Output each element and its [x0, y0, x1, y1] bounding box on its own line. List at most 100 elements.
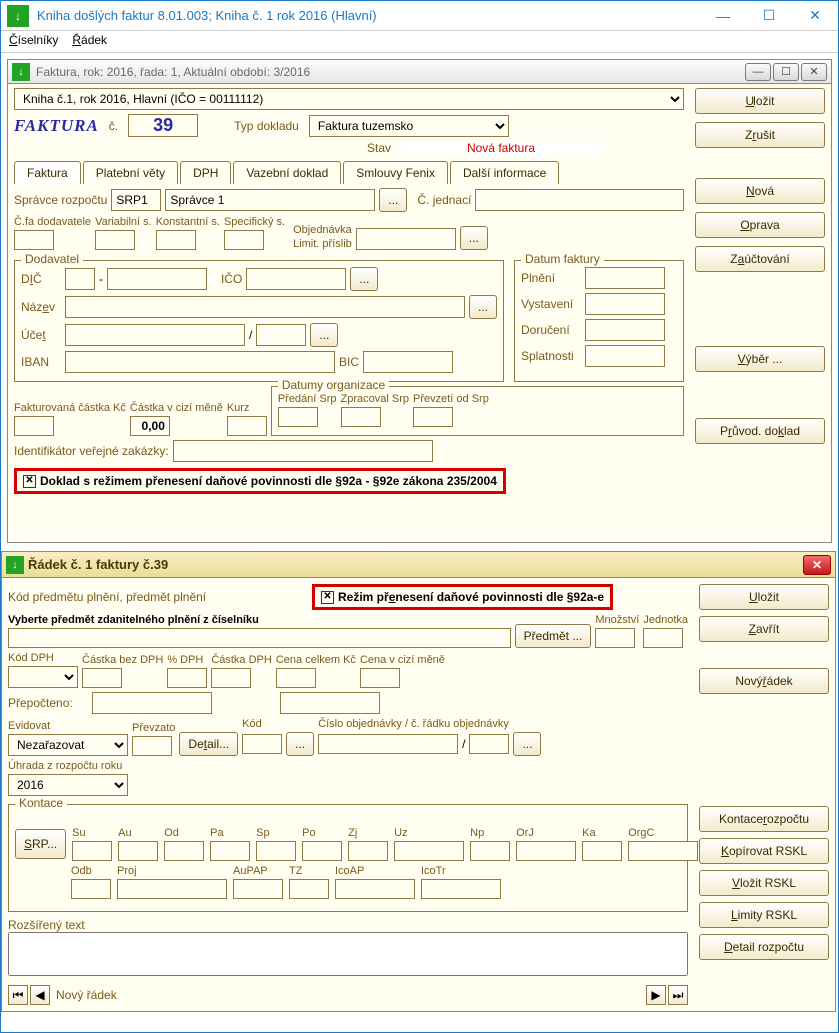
- k-pa-field[interactable]: [210, 841, 250, 861]
- castkabez-field[interactable]: [82, 668, 122, 688]
- cisloobj-field[interactable]: [318, 734, 458, 754]
- pctdph-field[interactable]: [167, 668, 207, 688]
- rozsir-text[interactable]: [8, 932, 688, 976]
- invoice-max-button[interactable]: ☐: [773, 63, 799, 81]
- zpracoval-field[interactable]: [341, 407, 381, 427]
- k-su-field[interactable]: [72, 841, 112, 861]
- save-button[interactable]: Uložit: [695, 88, 825, 114]
- guide-doc-button[interactable]: Průvod. doklad: [695, 418, 825, 444]
- koddph-select[interactable]: [8, 666, 78, 688]
- menu-ciselniky[interactable]: Číselníky: [9, 33, 58, 50]
- nav-next-button[interactable]: ▶: [646, 985, 666, 1005]
- tab-vazebni[interactable]: Vazební doklad: [233, 161, 341, 184]
- prepocteno-field1[interactable]: [92, 692, 212, 714]
- ico-field[interactable]: [246, 268, 346, 290]
- k-po-field[interactable]: [302, 841, 342, 861]
- line-regime-checkbox[interactable]: ✕: [321, 591, 334, 604]
- spravce-lookup-button[interactable]: ...: [379, 188, 407, 212]
- vlozit-rskl-button[interactable]: Vložit RSKL: [699, 870, 829, 896]
- line-close-btn[interactable]: Zavřít: [699, 616, 829, 642]
- detail-rozpoctu-button[interactable]: Detail rozpočtu: [699, 934, 829, 960]
- cancel-button[interactable]: Zrušit: [695, 122, 825, 148]
- spravce-name[interactable]: [165, 189, 375, 211]
- k-zj-field[interactable]: [348, 841, 388, 861]
- objednavka-field[interactable]: [356, 228, 456, 250]
- prepocteno-field2[interactable]: [280, 692, 380, 714]
- uhrada-select[interactable]: 2016: [8, 774, 128, 796]
- tab-dph[interactable]: DPH: [180, 161, 231, 184]
- k-aupap-field[interactable]: [233, 879, 283, 899]
- objednavka-lookup-button[interactable]: ...: [460, 226, 488, 250]
- nav-first-button[interactable]: ⏮: [8, 985, 28, 1005]
- castkacizi-field[interactable]: [130, 416, 170, 436]
- vystaveni-field[interactable]: [585, 293, 665, 315]
- splatnosti-field[interactable]: [585, 345, 665, 367]
- specs-field[interactable]: [224, 230, 264, 250]
- cenac-field[interactable]: [276, 668, 316, 688]
- k-tz-field[interactable]: [289, 879, 329, 899]
- k-icotr-field[interactable]: [421, 879, 501, 899]
- kod-field[interactable]: [242, 734, 282, 754]
- maximize-button[interactable]: ☐: [746, 1, 792, 30]
- cisloobj-line-field[interactable]: [469, 734, 509, 754]
- kurz-field[interactable]: [227, 416, 267, 436]
- invoice-close-button[interactable]: ✕: [801, 63, 827, 81]
- doc-type-select[interactable]: Faktura tuzemsko: [309, 115, 509, 137]
- cenacizi-field[interactable]: [360, 668, 400, 688]
- nav-last-button[interactable]: ⏭: [668, 985, 688, 1005]
- mnozstvi-field[interactable]: [595, 628, 635, 648]
- iban-field[interactable]: [65, 351, 335, 373]
- nazev-field[interactable]: [65, 296, 465, 318]
- regime-checkbox[interactable]: ✕: [23, 475, 36, 488]
- detail-button[interactable]: Detail...: [179, 732, 238, 756]
- post-button[interactable]: Zaúčtování: [695, 246, 825, 272]
- tab-platebni[interactable]: Platební věty: [83, 161, 178, 184]
- edit-button[interactable]: Oprava: [695, 212, 825, 238]
- limity-rskl-button[interactable]: Limity RSKL: [699, 902, 829, 928]
- spravce-code[interactable]: [111, 189, 161, 211]
- new-button[interactable]: Nová: [695, 178, 825, 204]
- select-button[interactable]: Výběr ...: [695, 346, 825, 372]
- castkadph-field[interactable]: [211, 668, 251, 688]
- menu-radek[interactable]: Řádek: [72, 33, 107, 50]
- k-np-field[interactable]: [470, 841, 510, 861]
- kod-lookup-button[interactable]: ...: [286, 732, 314, 756]
- cfadod-field[interactable]: [14, 230, 54, 250]
- k-uz-field[interactable]: [394, 841, 464, 861]
- k-sp-field[interactable]: [256, 841, 296, 861]
- plneni-field[interactable]: [585, 267, 665, 289]
- doruceni-field[interactable]: [585, 319, 665, 341]
- k-odb-field[interactable]: [71, 879, 111, 899]
- faktcastka-field[interactable]: [14, 416, 54, 436]
- nav-prev-button[interactable]: ◀: [30, 985, 50, 1005]
- minimize-button[interactable]: —: [700, 1, 746, 30]
- line-close-button[interactable]: ✕: [803, 555, 831, 575]
- nazev-lookup-button[interactable]: ...: [469, 295, 497, 319]
- invoice-min-button[interactable]: —: [745, 63, 771, 81]
- evidovat-select[interactable]: Nezařazovat: [8, 734, 128, 756]
- idvz-field[interactable]: [173, 440, 433, 462]
- ucet-bank-field[interactable]: [256, 324, 306, 346]
- close-button[interactable]: ✕: [792, 1, 838, 30]
- line-new-button[interactable]: Nový řádek: [699, 668, 829, 694]
- dic-prefix-field[interactable]: [65, 268, 95, 290]
- prevzato-field[interactable]: [132, 736, 172, 756]
- cjednaci-field[interactable]: [475, 189, 684, 211]
- k-au-field[interactable]: [118, 841, 158, 861]
- ucet-lookup-button[interactable]: ...: [310, 323, 338, 347]
- ico-lookup-button[interactable]: ...: [350, 267, 378, 291]
- k-ka-field[interactable]: [582, 841, 622, 861]
- line-save-button[interactable]: Uložit: [699, 584, 829, 610]
- k-orj-field[interactable]: [516, 841, 576, 861]
- predani-field[interactable]: [278, 407, 318, 427]
- k-proj-field[interactable]: [117, 879, 227, 899]
- book-select[interactable]: Kniha č.1, rok 2016, Hlavní (IČO = 00111…: [14, 88, 684, 110]
- bic-field[interactable]: [363, 351, 453, 373]
- tab-dalsi[interactable]: Další informace: [450, 161, 559, 184]
- konsts-field[interactable]: [156, 230, 196, 250]
- k-orgc-field[interactable]: [628, 841, 698, 861]
- cisloobj-lookup-button[interactable]: ...: [513, 732, 541, 756]
- tab-smlouvy[interactable]: Smlouvy Fenix: [343, 161, 448, 184]
- tab-faktura[interactable]: Faktura: [14, 161, 81, 184]
- kopirovat-rskl-button[interactable]: Kopírovat RSKL: [699, 838, 829, 864]
